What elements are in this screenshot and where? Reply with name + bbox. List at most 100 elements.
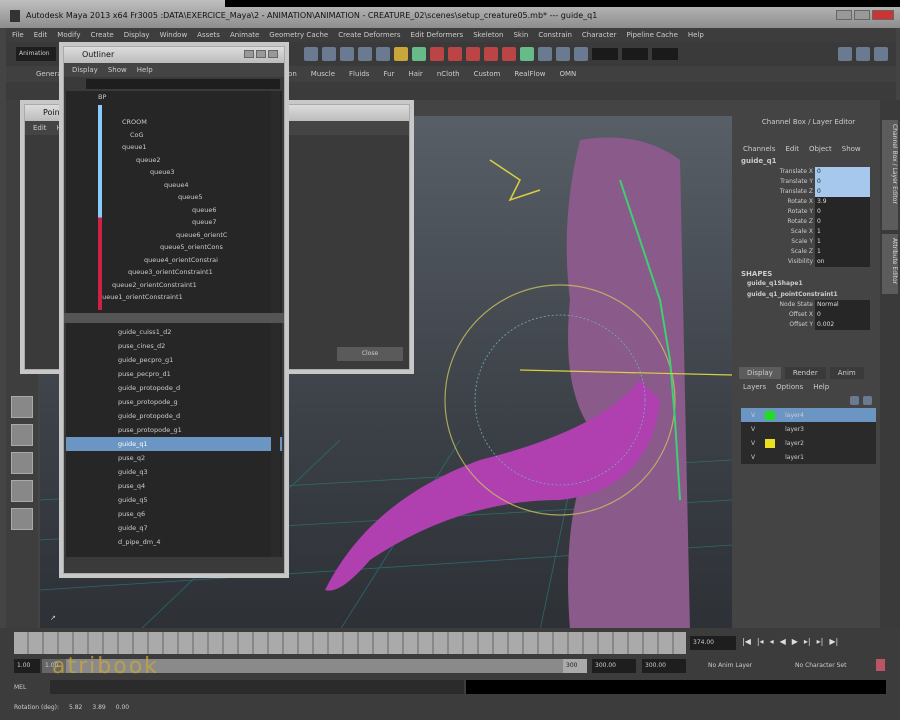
menu-create[interactable]: Create (90, 31, 113, 39)
outliner-item[interactable]: queue6_orientC (98, 229, 282, 242)
magnet-icon[interactable] (430, 47, 444, 61)
outliner-item[interactable] (98, 104, 282, 117)
layout-graph-icon[interactable] (11, 480, 33, 502)
y-field[interactable] (622, 48, 648, 60)
layer-color-swatch[interactable] (765, 438, 776, 448)
outliner-item[interactable]: guide_q1 (66, 437, 282, 451)
snap-grid-icon[interactable] (322, 47, 336, 61)
play-back-icon[interactable]: ◀ (780, 637, 786, 646)
visibility-toggle[interactable]: V (751, 412, 755, 419)
shelf-tab-ncloth[interactable]: nCloth (437, 70, 460, 78)
layer-tab-render[interactable]: Render (784, 367, 826, 379)
current-frame-field[interactable]: 374.00 (690, 636, 736, 650)
menu-display[interactable]: Display (124, 31, 150, 39)
playback-end-field[interactable]: 300.00 (642, 659, 686, 673)
layer-color-swatch[interactable] (765, 410, 776, 420)
menu-file[interactable]: File (12, 31, 24, 39)
layer-menu-layers[interactable]: Layers (743, 383, 766, 391)
channel-row[interactable]: Scale Y1 (737, 237, 880, 247)
auto-key-icon[interactable] (876, 659, 885, 671)
menu-create-deformers[interactable]: Create Deformers (338, 31, 400, 39)
layer-tab-display[interactable]: Display (739, 367, 781, 379)
visibility-toggle[interactable]: V (751, 426, 755, 433)
new-layer-selected-icon[interactable] (863, 396, 872, 405)
magnet-icon[interactable] (448, 47, 462, 61)
outliner-item[interactable]: guide_q3 (66, 465, 282, 479)
anim-layer-select[interactable]: No Anim Layer (708, 662, 752, 669)
channel-row[interactable]: Offset Y 0.002 (737, 320, 880, 330)
layer-name[interactable]: layer2 (785, 440, 804, 447)
menu-edit-deformers[interactable]: Edit Deformers (411, 31, 464, 39)
history-icon[interactable] (394, 47, 408, 61)
outliner-maximize[interactable] (256, 50, 266, 58)
outliner-item[interactable]: queue6 (98, 204, 282, 217)
start-time-field[interactable]: 1.00 (14, 659, 40, 673)
ipr-icon[interactable] (538, 47, 552, 61)
outliner-item[interactable]: queue3_orientConstraint1 (98, 266, 282, 279)
channel-row[interactable]: Translate Y0 (737, 177, 880, 187)
outliner-item[interactable]: CROOM (98, 116, 282, 129)
outliner-item[interactable]: guide_protopode_d (66, 409, 282, 423)
outliner-item[interactable]: queue3 (98, 166, 282, 179)
outliner-item[interactable]: guide_pecpro_g1 (66, 353, 282, 367)
z-field[interactable] (652, 48, 678, 60)
command-line-input[interactable] (50, 680, 464, 694)
shelf-tab-fluids[interactable]: Fluids (349, 70, 369, 78)
channel-value[interactable]: Normal (815, 300, 870, 310)
channel-row[interactable]: Scale X1 (737, 227, 880, 237)
menu-pipeline-cache[interactable]: Pipeline Cache (626, 31, 677, 39)
outliner-item[interactable]: queue4_orientConstrai (98, 254, 282, 267)
outliner-close[interactable] (268, 50, 278, 58)
frame-icon[interactable] (556, 47, 570, 61)
outliner-item[interactable]: queue5 (98, 191, 282, 204)
layer-row[interactable]: Vlayer2 (741, 436, 876, 450)
menu-help[interactable]: Help (688, 31, 704, 39)
render-icon[interactable] (412, 47, 426, 61)
render-view-icon[interactable] (520, 47, 534, 61)
outliner-minimize[interactable] (244, 50, 254, 58)
outliner-item[interactable]: guide_q7 (66, 521, 282, 535)
layer-color-swatch[interactable] (765, 425, 775, 434)
close-button[interactable] (872, 10, 894, 20)
outliner-menu-show[interactable]: Show (108, 66, 127, 74)
outliner-item[interactable]: queue1 (98, 141, 282, 154)
shelf-tab-custom[interactable]: Custom (474, 70, 501, 78)
outliner-item[interactable]: queue4 (98, 179, 282, 192)
layer-row[interactable]: Vlayer3 (741, 422, 876, 436)
magnet-icon[interactable] (502, 47, 516, 61)
channel-row[interactable]: Rotate X 3.9 (737, 197, 880, 207)
step-forward-icon[interactable]: ▸| (804, 637, 811, 646)
x-field[interactable] (592, 48, 618, 60)
play-icon[interactable]: ▶ (792, 637, 798, 646)
outliner-menu-display[interactable]: Display (72, 66, 98, 74)
go-end-icon[interactable]: ▶| (829, 637, 838, 646)
shelf-tab-realflow[interactable]: RealFlow (514, 70, 545, 78)
new-layer-icon[interactable] (850, 396, 859, 405)
point-menu-edit[interactable]: Edit (33, 124, 47, 132)
layout-four-icon[interactable] (11, 424, 33, 446)
outliner-filter[interactable] (86, 79, 280, 89)
menu-constrain[interactable]: Constrain (538, 31, 572, 39)
menu-edit[interactable]: Edit (34, 31, 48, 39)
magnet-icon[interactable] (484, 47, 498, 61)
channel-row[interactable]: Translate Z0 (737, 187, 880, 197)
layer-menu-help[interactable]: Help (813, 383, 829, 391)
tab-attribute-editor[interactable]: Attribute Editor (882, 234, 898, 294)
outliner-item[interactable]: guide_q5 (66, 493, 282, 507)
layout-single-icon[interactable] (11, 396, 33, 418)
layer-name[interactable]: layer4 (785, 412, 804, 419)
layer-name[interactable]: layer1 (785, 454, 804, 461)
menu-character[interactable]: Character (582, 31, 617, 39)
outliner-item[interactable]: puse_q6 (66, 507, 282, 521)
channel-value[interactable]: 0.002 (815, 320, 870, 330)
snap-curve-icon[interactable] (340, 47, 354, 61)
outliner-item[interactable]: puse_pecpro_d1 (66, 367, 282, 381)
menu-skin[interactable]: Skin (513, 31, 528, 39)
layout-hypershade-icon[interactable] (11, 508, 33, 530)
menu-modify[interactable]: Modify (57, 31, 80, 39)
channel-value[interactable]: 1 (815, 227, 870, 237)
magnet-icon[interactable] (466, 47, 480, 61)
channel-value[interactable]: 1 (815, 247, 870, 257)
shape-node[interactable]: guide_q1_pointConstraint1 (737, 289, 880, 300)
outliner-item[interactable]: guide_protopode_d (66, 381, 282, 395)
